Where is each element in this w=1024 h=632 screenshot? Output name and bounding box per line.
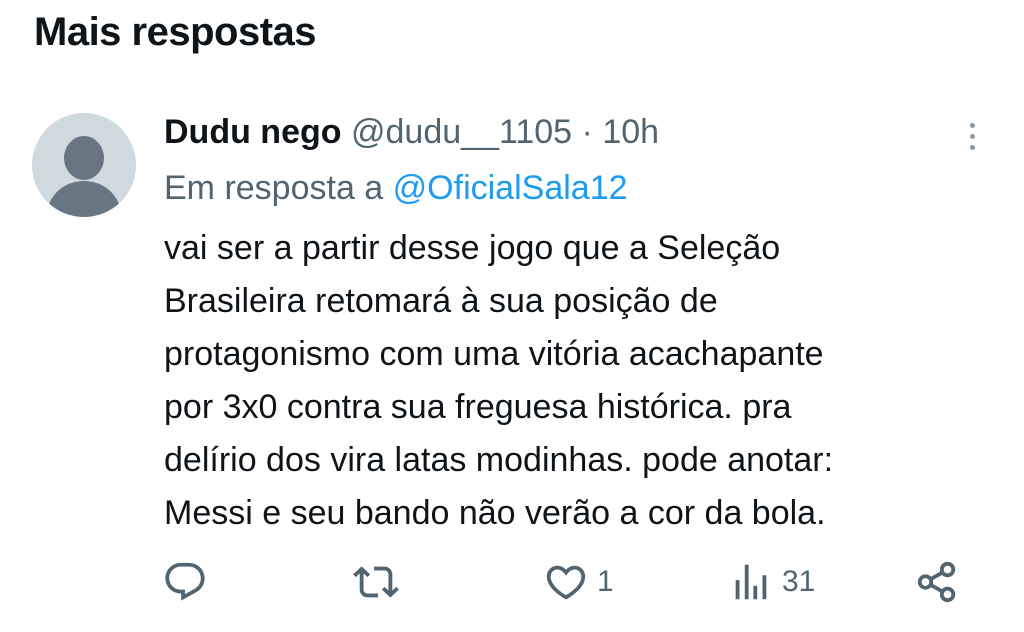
action-bar: 1 31 bbox=[0, 552, 1024, 612]
user-handle[interactable]: @dudu__1105 bbox=[351, 113, 572, 151]
tweet-text-line: protagonismo com uma vitória acachapante bbox=[164, 335, 824, 373]
default-avatar-icon bbox=[32, 113, 136, 217]
tweet-header: Dudu nego @dudu__1105 · 10h bbox=[164, 110, 659, 154]
views-icon bbox=[735, 564, 767, 600]
reply-mention-link[interactable]: @OficialSala12 bbox=[393, 169, 628, 207]
tweet-text: vai ser a partir desse jogo que a Seleçã… bbox=[164, 222, 984, 540]
heart-icon bbox=[546, 565, 586, 600]
tweet-text-line: Messi e seu bando não verão a cor da bol… bbox=[164, 494, 826, 532]
tweet-text-line: vai ser a partir desse jogo que a Seleçã… bbox=[164, 229, 781, 267]
share-icon bbox=[917, 561, 956, 603]
views-button[interactable]: 31 bbox=[728, 552, 815, 612]
more-dot bbox=[969, 133, 975, 139]
more-dot bbox=[969, 144, 975, 150]
avatar[interactable] bbox=[32, 113, 136, 217]
views-count: 31 bbox=[782, 565, 816, 598]
reply-prefix: Em resposta a bbox=[164, 169, 384, 207]
timestamp[interactable]: 10h bbox=[602, 113, 659, 151]
tweet-text-line: delírio dos vira latas modinhas. pode an… bbox=[164, 441, 834, 479]
more-options-button[interactable] bbox=[958, 116, 986, 156]
section-title: Mais respostas bbox=[34, 10, 317, 54]
tweet-text-line: por 3x0 contra sua freguesa histórica. p… bbox=[164, 388, 792, 426]
share-button[interactable] bbox=[914, 552, 968, 612]
more-dot bbox=[969, 122, 975, 128]
reply-context: Em resposta a @OficialSala12 bbox=[164, 166, 628, 210]
retweet-button[interactable] bbox=[353, 552, 407, 612]
reply-icon bbox=[165, 562, 205, 601]
reply-button[interactable] bbox=[162, 552, 216, 612]
tweet-text-line: Brasileira retomará à sua posição de bbox=[164, 282, 718, 320]
like-button[interactable]: 1 bbox=[543, 552, 614, 612]
retweet-icon bbox=[353, 566, 399, 598]
display-name[interactable]: Dudu nego bbox=[164, 113, 342, 151]
like-count: 1 bbox=[597, 565, 614, 598]
separator-dot: · bbox=[581, 113, 593, 151]
